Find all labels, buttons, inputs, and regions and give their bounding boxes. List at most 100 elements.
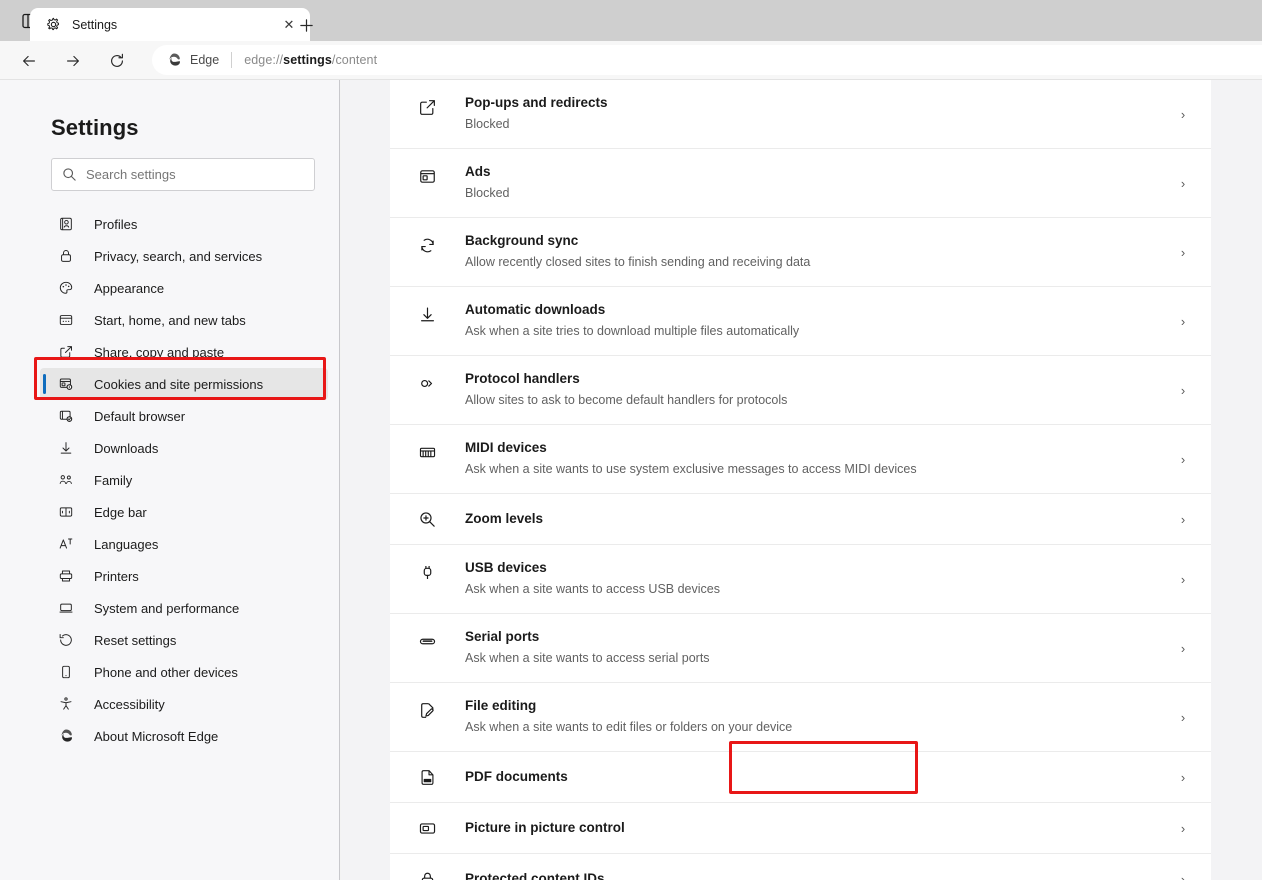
setting-subtitle: Blocked (465, 186, 510, 200)
setting-title: Serial ports (465, 629, 540, 644)
sidebar-item-label: System and performance (94, 600, 240, 616)
chevron-right-icon[interactable]: › (1163, 641, 1203, 656)
setting-row-zoom-levels[interactable]: Zoom levels › (390, 494, 1211, 545)
search-settings-box[interactable] (51, 158, 315, 191)
setting-row-ads[interactable]: Ads Blocked › (390, 149, 1211, 218)
sidebar-item-system-and-performance[interactable]: System and performance (40, 592, 328, 624)
back-button[interactable] (16, 48, 42, 74)
sidebar-item-profiles[interactable]: Profiles (40, 208, 328, 240)
sidebar-item-reset-settings[interactable]: Reset settings (40, 624, 328, 656)
sidebar-item-appearance[interactable]: Appearance (40, 272, 328, 304)
sidebar-item-default-browser[interactable]: Default browser (40, 400, 328, 432)
chevron-right-icon[interactable]: › (1163, 452, 1203, 467)
setting-row-text: USB devices Ask when a site wants to acc… (465, 559, 1163, 598)
edge-logo-icon (164, 50, 184, 70)
setting-title: Pop-ups and redirects (465, 95, 608, 110)
chevron-right-icon[interactable]: › (1163, 245, 1203, 260)
search-icon (52, 167, 86, 182)
setting-subtitle: Ask when a site wants to edit files or f… (465, 720, 793, 734)
setting-subtitle: Ask when a site wants to access USB devi… (465, 582, 720, 596)
browser-tab-settings[interactable]: Settings ✕ (30, 8, 310, 41)
sidebar-item-cookies-and-site-permissions[interactable]: Cookies and site permissions (40, 368, 328, 400)
setting-row-automatic-downloads[interactable]: Automatic downloads Ask when a site trie… (390, 287, 1211, 356)
settings-nav-list: Profiles Privacy, search, and services A… (0, 208, 340, 752)
sidebar-item-accessibility[interactable]: Accessibility (40, 688, 328, 720)
edge-bar-icon (56, 502, 76, 522)
default-browser-icon (56, 406, 76, 426)
languages-icon (56, 534, 76, 554)
chevron-right-icon[interactable]: › (1163, 872, 1203, 880)
address-bar[interactable]: Edge edge://settings/content (152, 45, 1262, 75)
setting-row-pop-ups-and-redirects[interactable]: Pop-ups and redirects Blocked › (390, 80, 1211, 149)
setting-row-usb-devices[interactable]: USB devices Ask when a site wants to acc… (390, 545, 1211, 614)
setting-row-text: Serial ports Ask when a site wants to ac… (465, 628, 1163, 667)
setting-title: Zoom levels (465, 511, 544, 526)
forward-button[interactable] (60, 48, 86, 74)
download-icon (56, 438, 76, 458)
sidebar-item-languages[interactable]: Languages (40, 528, 328, 560)
chevron-right-icon[interactable]: › (1163, 176, 1203, 191)
sidebar-item-about-microsoft-edge[interactable]: About Microsoft Edge (40, 720, 328, 752)
setting-title: Ads (465, 164, 491, 179)
popup-redirect-icon (416, 96, 438, 118)
sidebar-item-share-copy-paste[interactable]: Share, copy and paste (40, 336, 328, 368)
setting-row-serial-ports[interactable]: Serial ports Ask when a site wants to ac… (390, 614, 1211, 683)
sidebar-item-start-home[interactable]: Start, home, and new tabs (40, 304, 328, 336)
setting-subtitle: Ask when a site wants to access serial p… (465, 651, 710, 665)
omnibox-url[interactable]: edge://settings/content (244, 53, 377, 67)
setting-row-file-editing[interactable]: File editing Ask when a site wants to ed… (390, 683, 1211, 752)
chevron-right-icon[interactable]: › (1163, 710, 1203, 725)
settings-content-panel: Pop-ups and redirects Blocked › Ads Bloc… (341, 80, 1262, 880)
chevron-right-icon[interactable]: › (1163, 107, 1203, 122)
setting-row-picture-in-picture-control[interactable]: Picture in picture control › (390, 803, 1211, 854)
setting-title: USB devices (465, 560, 547, 575)
sidebar-item-label: Downloads (94, 440, 159, 456)
sidebar-item-label: Reset settings (94, 632, 177, 648)
setting-row-text: MIDI devices Ask when a site wants to us… (465, 439, 1163, 478)
url-suffix: /content (331, 53, 378, 67)
setting-row-protected-content-ids[interactable]: Protected content IDs › (390, 854, 1211, 880)
chevron-right-icon[interactable]: › (1163, 572, 1203, 587)
sidebar-item-edge-bar[interactable]: Edge bar (40, 496, 328, 528)
search-input[interactable] (86, 167, 296, 182)
setting-row-pdf-documents[interactable]: PDF documents › (390, 752, 1211, 803)
edge-logo-icon (56, 726, 76, 746)
sidebar-item-printers[interactable]: Printers (40, 560, 328, 592)
chevron-right-icon[interactable]: › (1163, 770, 1203, 785)
setting-row-text: Protocol handlers Allow sites to ask to … (465, 370, 1163, 409)
sidebar-item-downloads[interactable]: Downloads (40, 432, 328, 464)
sidebar-item-phone-and-other-devices[interactable]: Phone and other devices (40, 656, 328, 688)
sidebar-item-privacy[interactable]: Privacy, search, and services (40, 240, 328, 272)
setting-row-background-sync[interactable]: Background sync Allow recently closed si… (390, 218, 1211, 287)
sidebar-item-label: Default browser (94, 408, 186, 424)
cookies-permissions-icon (56, 374, 76, 394)
setting-row-protocol-handlers[interactable]: Protocol handlers Allow sites to ask to … (390, 356, 1211, 425)
sidebar-item-label: Share, copy and paste (94, 344, 225, 360)
setting-title: MIDI devices (465, 440, 547, 455)
sidebar-item-label: Appearance (94, 280, 165, 296)
chevron-right-icon[interactable]: › (1163, 821, 1203, 836)
lock-icon (56, 246, 76, 266)
sidebar-item-label: About Microsoft Edge (94, 728, 219, 744)
chevron-right-icon[interactable]: › (1163, 383, 1203, 398)
setting-row-text: PDF documents (465, 768, 1163, 786)
picture-in-picture-icon (416, 817, 438, 839)
midi-keyboard-icon (416, 441, 438, 463)
reload-button[interactable] (104, 48, 130, 74)
sidebar-item-family[interactable]: Family (40, 464, 328, 496)
setting-row-text: Ads Blocked (465, 163, 1163, 202)
setting-row-text: File editing Ask when a site wants to ed… (465, 697, 1163, 736)
sidebar-item-label: Printers (94, 568, 139, 584)
omnibox-separator (231, 52, 233, 68)
chevron-right-icon[interactable]: › (1163, 512, 1203, 527)
omnibox-brand-label: Edge (190, 53, 220, 67)
protocol-handlers-icon (416, 372, 438, 394)
setting-row-text: Background sync Allow recently closed si… (465, 232, 1163, 271)
new-tab-button[interactable] (293, 12, 319, 38)
download-arrow-icon (416, 303, 438, 325)
sidebar-item-label: Accessibility (94, 696, 165, 712)
reset-arrow-icon (56, 630, 76, 650)
setting-row-midi-devices[interactable]: MIDI devices Ask when a site wants to us… (390, 425, 1211, 494)
url-prefix: edge:// (244, 53, 284, 67)
chevron-right-icon[interactable]: › (1163, 314, 1203, 329)
